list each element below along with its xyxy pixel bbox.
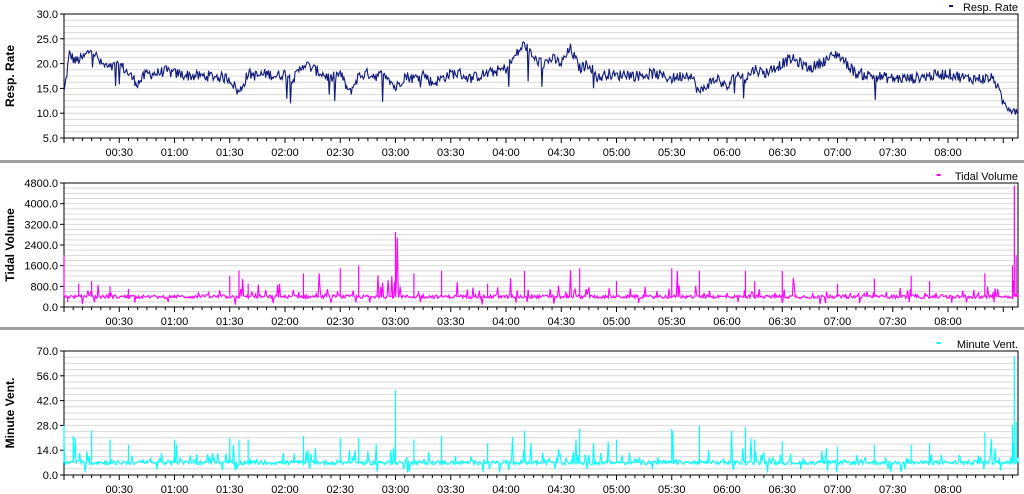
- legend-label: Minute Vent.: [957, 339, 1018, 351]
- legend: Tidal Volume: [936, 171, 1018, 183]
- legend-swatch: [949, 5, 953, 7]
- legend-label: Tidal Volume: [955, 171, 1018, 183]
- x-tick-label: 01:30: [216, 316, 244, 328]
- y-tick-label: 1600.0: [24, 261, 58, 273]
- x-tick-label: 01:00: [161, 484, 189, 494]
- y-tick-label: 0.0: [43, 302, 58, 314]
- legend: Resp. Rate: [949, 2, 1018, 14]
- y-tick-label: 4000.0: [24, 199, 58, 211]
- x-tick-label: 03:30: [437, 316, 465, 328]
- x-tick-label: 03:30: [437, 147, 465, 159]
- y-tick-label: 56.0: [37, 371, 58, 383]
- x-tick-label: 03:00: [382, 147, 410, 159]
- y-tick-label: 4800.0: [24, 178, 58, 190]
- x-tick-label: 04:30: [547, 147, 575, 159]
- y-tick-label: 20.0: [37, 59, 58, 71]
- x-tick-label: 00:30: [105, 484, 133, 494]
- y-tick-label: 42.0: [37, 396, 58, 408]
- x-tick-label: 04:00: [492, 484, 520, 494]
- x-tick-label: 05:30: [658, 316, 686, 328]
- y-axis-label: Minute Vent.: [3, 378, 17, 449]
- x-tick-label: 05:30: [658, 484, 686, 494]
- x-tick-label: 08:00: [934, 316, 962, 328]
- x-tick-label: 05:00: [603, 316, 631, 328]
- x-tick-label: 04:30: [547, 484, 575, 494]
- x-tick-label: 04:00: [492, 316, 520, 328]
- x-tick-label: 06:00: [713, 316, 741, 328]
- x-tick-label: 03:30: [437, 484, 465, 494]
- x-tick-label: 01:30: [216, 484, 244, 494]
- chart-svg: 5.0 10.0 15.0 20.0 25.0 30.0 00:30 01:00 01:30 02…: [0, 2, 1024, 494]
- y-axis-label: Tidal Volume: [3, 208, 17, 282]
- x-tick-label: 07:30: [879, 484, 907, 494]
- x-tick-label: 02:30: [326, 147, 354, 159]
- x-tick-label: 03:00: [382, 484, 410, 494]
- chart-panel-1: 5.0 10.0 15.0 20.0 25.0 30.0 00:30 01:00 01:30 02…: [3, 2, 1019, 159]
- x-tick-label: 03:00: [382, 316, 410, 328]
- x-tick-label: 07:30: [879, 316, 907, 328]
- x-tick-label: 04:30: [547, 316, 575, 328]
- x-tick-label: 02:00: [271, 147, 299, 159]
- x-tick-label: 07:30: [879, 147, 907, 159]
- y-tick-label: 10.0: [37, 108, 58, 120]
- chart-panel-2: 0.0 800.0 1600.0 2400.0 3200.0 4000.0 4800.0 00…: [3, 171, 1019, 328]
- x-tick-label: 02:30: [326, 316, 354, 328]
- y-tick-label: 0.0: [43, 470, 58, 482]
- y-tick-label: 70.0: [37, 346, 58, 358]
- x-tick-label: 07:00: [824, 484, 852, 494]
- y-tick-label: 30.0: [37, 9, 58, 21]
- x-tick-label: 04:00: [492, 147, 520, 159]
- x-tick-label: 01:00: [161, 147, 189, 159]
- y-tick-label: 14.0: [37, 445, 58, 457]
- x-tick-label: 02:00: [271, 484, 299, 494]
- x-tick-label: 05:00: [603, 484, 631, 494]
- legend-swatch: [936, 174, 941, 176]
- x-tick-label: 08:00: [934, 147, 962, 159]
- x-tick-label: 07:00: [824, 147, 852, 159]
- x-tick-label: 06:00: [713, 484, 741, 494]
- x-tick-label: 06:30: [768, 484, 796, 494]
- y-tick-label: 15.0: [37, 83, 58, 95]
- x-tick-label: 05:00: [603, 147, 631, 159]
- legend-swatch: [936, 342, 941, 344]
- x-tick-label: 08:00: [934, 484, 962, 494]
- legend-label: Resp. Rate: [963, 2, 1018, 14]
- x-tick-label: 00:30: [105, 316, 133, 328]
- x-tick-label: 01:00: [161, 316, 189, 328]
- y-tick-label: 28.0: [37, 420, 58, 432]
- x-tick-label: 06:30: [768, 147, 796, 159]
- y-tick-label: 25.0: [37, 34, 58, 46]
- x-tick-label: 02:30: [326, 484, 354, 494]
- series-line: [63, 41, 1019, 116]
- x-tick-label: 01:30: [216, 147, 244, 159]
- y-axis-label: Resp. Rate: [3, 45, 17, 107]
- chart-panel-3: 0.0 14.0 28.0 42.0 56.0 70.0 00:30 01:00 01:30 02…: [3, 339, 1019, 494]
- x-tick-label: 05:30: [658, 147, 686, 159]
- x-tick-label: 00:30: [105, 147, 133, 159]
- x-tick-label: 06:30: [768, 316, 796, 328]
- y-tick-label: 5.0: [43, 133, 58, 145]
- panel-separator-1: [0, 160, 1024, 163]
- x-tick-label: 07:00: [824, 316, 852, 328]
- y-tick-label: 800.0: [30, 281, 58, 293]
- x-tick-label: 02:00: [271, 316, 299, 328]
- legend: Minute Vent.: [936, 339, 1018, 351]
- y-tick-label: 3200.0: [24, 219, 58, 231]
- y-tick-label: 2400.0: [24, 240, 58, 252]
- x-tick-label: 06:00: [713, 147, 741, 159]
- chart-stage: 5.0 10.0 15.0 20.0 25.0 30.0 00:30 01:00 01:30 02…: [0, 0, 1024, 494]
